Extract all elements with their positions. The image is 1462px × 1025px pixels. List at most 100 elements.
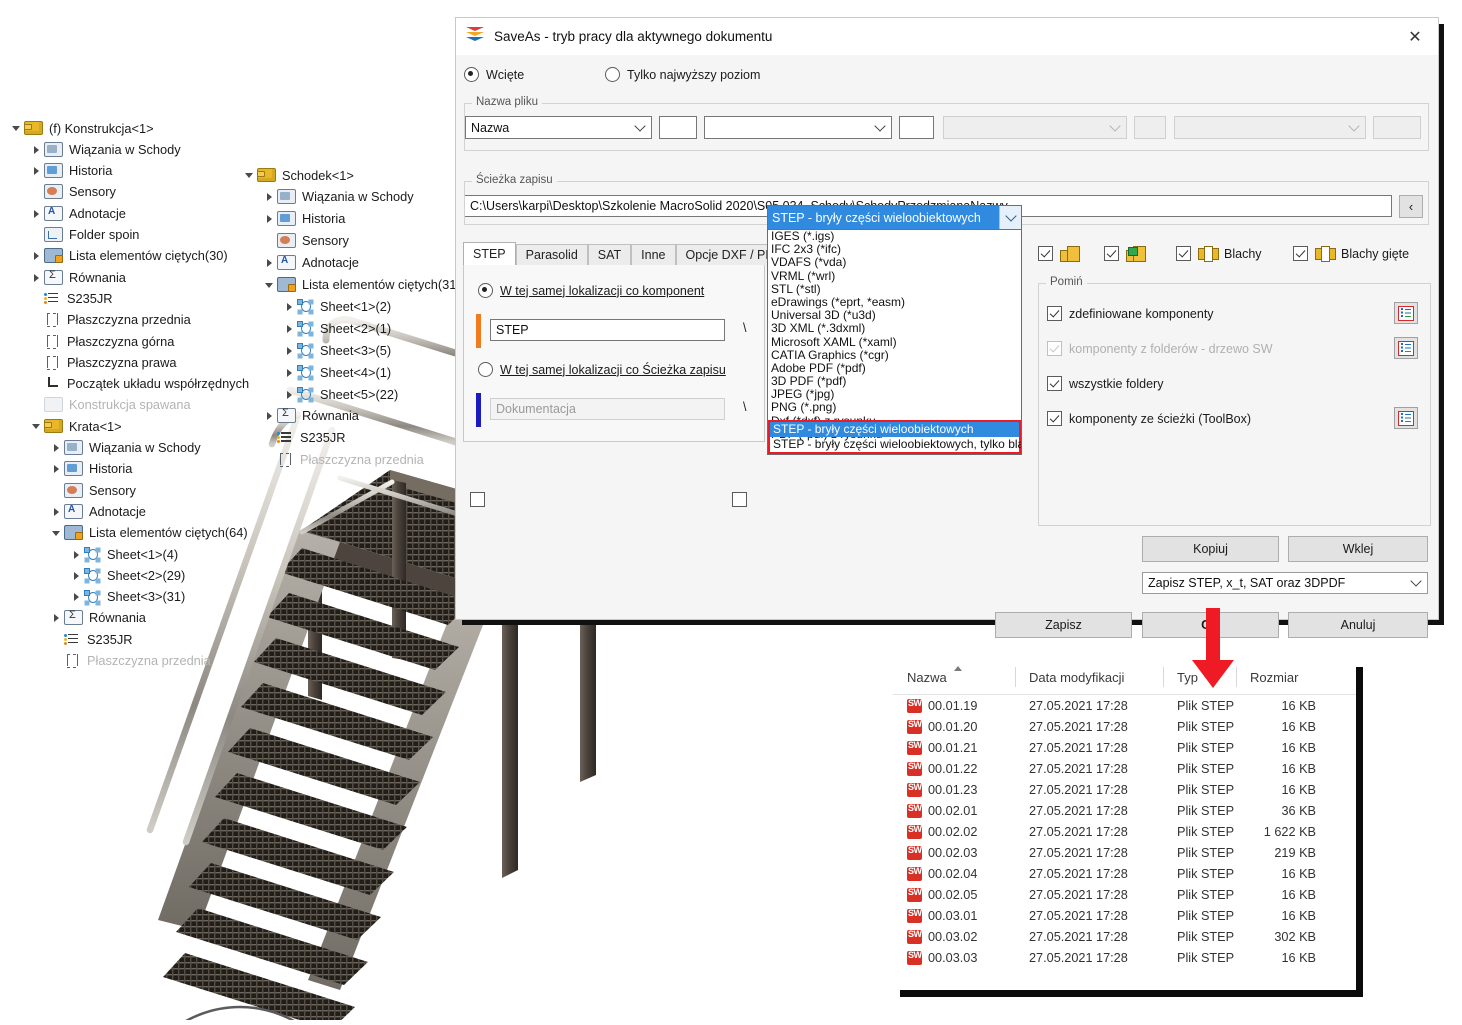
tree-node[interactable]: Sheet<1>(2)	[283, 297, 391, 315]
table-row[interactable]: 00.02.01 27.05.2021 17:28 Plik STEP 36 KB	[893, 800, 1356, 821]
tree-node[interactable]: Krata<1>	[30, 417, 122, 435]
chevron-down-icon[interactable]	[243, 168, 257, 182]
tree-node[interactable]: Sheet<3>(5)	[283, 341, 391, 359]
tree-node[interactable]: Adnotacje	[263, 254, 359, 272]
filename-mode-combo[interactable]: Nazwa	[465, 116, 652, 139]
explorer-column-headers[interactable]: Nazwa Data modyfikacji Typ Rozmiar	[893, 660, 1356, 695]
bottom-checkbox-right-control[interactable]	[732, 492, 747, 507]
tab-sat[interactable]: SAT	[587, 244, 632, 265]
chevron-right-icon[interactable]	[50, 504, 64, 518]
filename-prefix-input[interactable]	[659, 116, 697, 139]
chevron-right-icon[interactable]	[263, 256, 277, 270]
tree-node[interactable]: Sheet<2>(29)	[70, 566, 185, 584]
chevron-right-icon[interactable]	[50, 441, 64, 455]
skip-defined-list-button[interactable]	[1394, 302, 1418, 324]
format-dropdown-selected[interactable]: STEP - bryły części wieloobiektowych	[767, 205, 1022, 230]
radio-top-only-control[interactable]	[605, 67, 620, 82]
tree-node[interactable]: Wiązania w Schody	[30, 140, 181, 158]
tree-node[interactable]: Płaszczyzna przednia	[263, 451, 424, 469]
filename-second-combo[interactable]	[704, 116, 892, 139]
chevron-right-icon[interactable]	[70, 568, 84, 582]
toggle-parts-green-control[interactable]	[1104, 246, 1119, 261]
tree-node[interactable]: S235JR	[30, 289, 113, 307]
tab-inne[interactable]: Inne	[631, 244, 676, 265]
column-header-nazwa[interactable]: Nazwa	[893, 660, 1015, 694]
format-option[interactable]: VDAFS (*vda)	[768, 256, 1021, 269]
tree-node[interactable]: Historia	[50, 460, 132, 478]
chevron-right-icon[interactable]	[30, 249, 44, 263]
close-icon[interactable]: ✕	[1392, 18, 1438, 55]
chevron-down-icon[interactable]	[999, 206, 1021, 229]
tab-step[interactable]: STEP	[463, 242, 516, 265]
tree-node[interactable]: Sensory	[30, 183, 116, 201]
chevron-right-icon[interactable]	[30, 164, 44, 178]
toggle-parts-green[interactable]	[1104, 246, 1153, 262]
filename-mid-input[interactable]	[899, 116, 934, 139]
skip-item-all-folders[interactable]: wszystkie foldery	[1047, 376, 1163, 391]
table-row[interactable]: 00.03.01 27.05.2021 17:28 Plik STEP 16 KB	[893, 905, 1356, 926]
explorer-file-list[interactable]: Nazwa Data modyfikacji Typ Rozmiar 00.01…	[893, 660, 1356, 990]
skip-allfolders-checkbox[interactable]	[1047, 376, 1062, 391]
format-dropdown-list[interactable]: IGES (*.igs) IFC 2x3 (*ifc) VDAFS (*vda) VR…	[767, 230, 1022, 455]
tree-node[interactable]: Równania	[263, 407, 359, 425]
chevron-right-icon[interactable]	[50, 462, 64, 476]
bottom-checkbox-left[interactable]	[470, 492, 492, 507]
format-option[interactable]: 3D XML (*.3dxml)	[768, 322, 1021, 335]
tree-node[interactable]: Sheet<2>(1)	[283, 319, 391, 337]
chevron-right-icon[interactable]	[30, 142, 44, 156]
toggle-parts[interactable]	[1038, 246, 1087, 262]
chevron-down-icon[interactable]	[50, 526, 64, 540]
chevron-right-icon[interactable]	[50, 611, 64, 625]
column-header-data[interactable]: Data modyfikacji	[1015, 660, 1163, 694]
skip-toolbox-checkbox[interactable]	[1047, 411, 1062, 426]
tab-parasolid[interactable]: Parasolid	[515, 244, 588, 265]
format-dropdown[interactable]: STEP - bryły części wieloobiektowych IGE…	[767, 205, 1022, 455]
format-dropdown-highlight-group[interactable]: STEP - bryły części wieloobiektowych STE…	[768, 420, 1021, 454]
table-row[interactable]: 00.02.02 27.05.2021 17:28 Plik STEP 1 622 K…	[893, 821, 1356, 842]
tree-node[interactable]: S235JR	[263, 429, 346, 447]
format-option[interactable]: Microsoft XAML (*xaml)	[768, 335, 1021, 349]
tree-node[interactable]: Lista elementów ciętych(30)	[30, 247, 228, 265]
tree-node[interactable]: Sensory	[263, 232, 349, 250]
chevron-right-icon[interactable]	[283, 365, 297, 379]
chevron-right-icon[interactable]	[263, 409, 277, 423]
tree-node[interactable]: Równania	[50, 609, 146, 627]
format-option[interactable]: PNG (*.png)	[768, 401, 1021, 414]
chevron-down-icon[interactable]	[10, 121, 24, 135]
tree-node[interactable]: Adnotacje	[50, 502, 146, 520]
table-row[interactable]: 00.01.22 27.05.2021 17:28 Plik STEP 16 KB	[893, 758, 1356, 779]
table-row[interactable]: 00.01.19 27.05.2021 17:28 Plik STEP 16 KB	[893, 695, 1356, 716]
tree-node[interactable]: Konstrukcja spawana	[30, 396, 191, 414]
tree-node[interactable]: Płaszczyzna przednia	[30, 311, 191, 329]
tree-node[interactable]: Płaszczyzna górna	[30, 332, 174, 350]
tree-node[interactable]: Historia	[30, 162, 112, 180]
table-row[interactable]: 00.02.03 27.05.2021 17:28 Plik STEP 219 KB	[893, 842, 1356, 863]
chevron-right-icon[interactable]	[30, 206, 44, 220]
chevron-right-icon[interactable]	[283, 321, 297, 335]
chevron-right-icon[interactable]	[263, 212, 277, 226]
skip-swtree-list-button[interactable]	[1394, 337, 1418, 359]
tree-node[interactable]: Sheet<5>(22)	[283, 385, 398, 403]
preset-combo[interactable]: Zapisz STEP, x_t, SAT oraz 3DPDF	[1142, 572, 1428, 594]
tree-node[interactable]: Płaszczyzna przednia	[50, 652, 211, 670]
tree-node[interactable]: Wiązania w Schody	[50, 439, 201, 457]
format-option[interactable]: STL (*stl)	[768, 282, 1021, 296]
step-radio-savepath-control[interactable]	[478, 362, 493, 377]
chevron-down-icon[interactable]	[263, 278, 277, 292]
tree-node[interactable]: Schodek<1>	[243, 166, 354, 184]
toggle-sheetmetal-control[interactable]	[1176, 246, 1191, 261]
chevron-right-icon[interactable]	[30, 270, 44, 284]
column-header-rozmiar[interactable]: Rozmiar	[1236, 660, 1326, 694]
tree-node[interactable]: Lista elementów ciętych(31)	[263, 276, 461, 294]
chevron-right-icon[interactable]	[70, 547, 84, 561]
skip-item-toolbox[interactable]: komponenty ze ścieżki (ToolBox)	[1047, 411, 1251, 426]
skip-toolbox-list-button[interactable]	[1394, 407, 1418, 429]
tree-node[interactable]: (f) Konstrukcja<1>	[10, 119, 154, 137]
copy-button[interactable]: Kopiuj	[1142, 536, 1279, 562]
chevron-right-icon[interactable]	[283, 299, 297, 313]
skip-item-sw-tree-folders[interactable]: komponenty z folderów - drzewo SW	[1047, 341, 1273, 356]
step-radio-same-as-component[interactable]: W tej samej lokalizacji co komponent	[478, 283, 704, 298]
save-button[interactable]: Zapisz	[995, 612, 1132, 638]
tree-node[interactable]: Wiązania w Schody	[263, 188, 414, 206]
radio-indented-control[interactable]	[464, 67, 479, 82]
